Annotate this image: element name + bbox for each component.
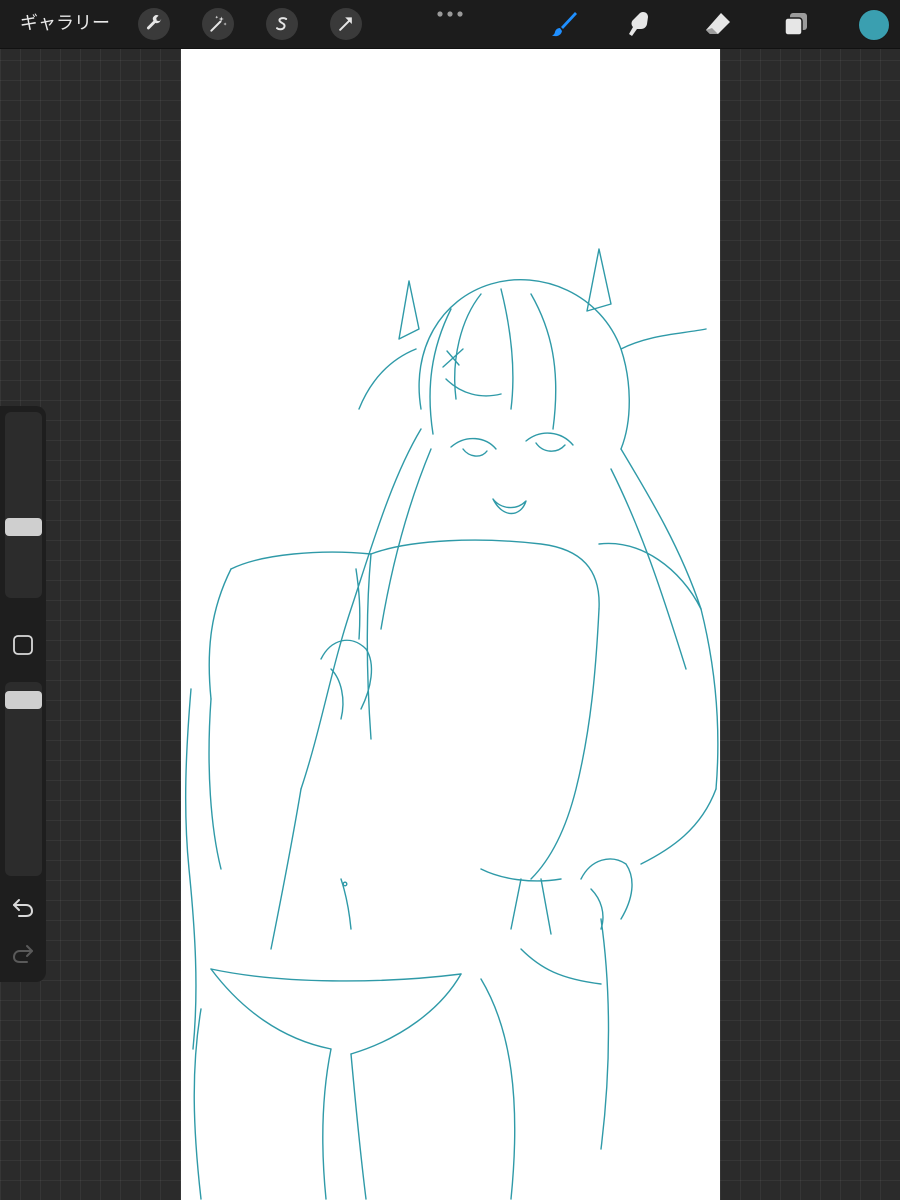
eraser-tool-button[interactable] — [702, 8, 734, 40]
opacity-slider[interactable] — [5, 682, 42, 876]
brush-tool-button[interactable] — [548, 8, 580, 40]
layers-button[interactable] — [780, 8, 812, 40]
brush-size-slider[interactable] — [5, 412, 42, 598]
square-modify-icon[interactable] — [12, 634, 34, 656]
selection-s-icon — [276, 17, 288, 31]
left-sidebar — [0, 406, 46, 982]
transform-button[interactable] — [330, 8, 362, 40]
color-picker-button[interactable] — [858, 9, 890, 41]
opacity-slider-thumb[interactable] — [5, 691, 42, 710]
layers-icon — [784, 13, 807, 36]
eraser-icon — [706, 13, 730, 34]
line-art-sketch — [184, 248, 719, 1200]
adjustments-button[interactable] — [202, 8, 234, 40]
procreate-app: ギャラリー — [0, 0, 900, 1200]
gallery-button[interactable]: ギャラリー — [20, 10, 110, 38]
wrench-icon — [146, 15, 162, 30]
actions-button[interactable] — [138, 8, 170, 40]
drawing-canvas[interactable] — [181, 49, 720, 1200]
magic-wand-icon — [210, 15, 227, 32]
redo-arrow-icon[interactable] — [11, 942, 35, 964]
more-dots-icon[interactable] — [436, 8, 464, 20]
smudge-finger-icon — [629, 12, 648, 36]
top-toolbar: ギャラリー — [0, 0, 900, 49]
brush-icon — [552, 12, 577, 37]
brush-size-slider-thumb[interactable] — [5, 518, 42, 537]
smudge-tool-button[interactable] — [624, 8, 656, 40]
undo-arrow-icon[interactable] — [11, 896, 35, 918]
selection-button[interactable] — [266, 8, 298, 40]
arrow-cursor-icon — [339, 17, 352, 31]
